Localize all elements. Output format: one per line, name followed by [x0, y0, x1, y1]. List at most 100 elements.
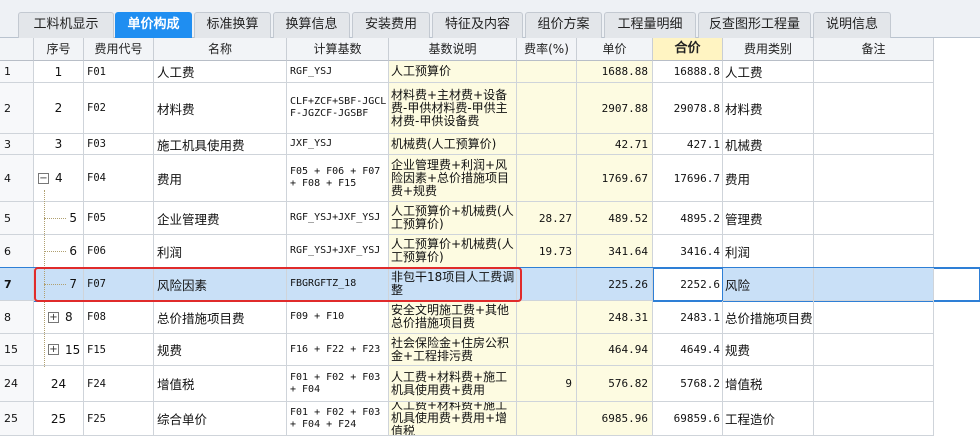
table-row[interactable]: 5 5 F05 企业管理费 RGF_YSJ+JXF_YSJ 人工预算价+机械费(… [0, 202, 980, 235]
row-total[interactable]: 16888.8 [653, 61, 723, 83]
row-name[interactable]: 风险因素 [154, 268, 287, 301]
header-name[interactable]: 名称 [154, 38, 287, 61]
row-rate[interactable] [517, 83, 577, 134]
row-base[interactable]: F05 + F06 + F07 + F08 + F15 [287, 155, 389, 202]
table-row[interactable]: 25 25 F25 综合单价 F01 + F02 + F03 + F04 + F… [0, 402, 980, 436]
row-desc[interactable]: 安全文明施工费+其他总价措施项目费 [389, 301, 517, 334]
row-unit-price[interactable]: 341.64 [577, 235, 653, 268]
row-desc[interactable]: 人工预算价+机械费(人工预算价) [389, 202, 517, 235]
row-index[interactable]: 4 [0, 155, 34, 202]
row-index[interactable]: 8 [0, 301, 34, 334]
row-type[interactable]: 规费 [723, 334, 814, 366]
tab-description[interactable]: 说明信息 [813, 12, 891, 38]
row-index[interactable]: 15 [0, 334, 34, 366]
row-type[interactable]: 总价措施项目费 [723, 301, 814, 334]
row-note[interactable] [814, 366, 934, 402]
row-type[interactable]: 增值税 [723, 366, 814, 402]
row-rate[interactable] [517, 61, 577, 83]
header-unit-price[interactable]: 单价 [577, 38, 653, 61]
tab-reverse-lookup[interactable]: 反查图形工程量 [698, 12, 811, 38]
row-note[interactable] [814, 402, 934, 436]
row-rate[interactable]: 19.73 [517, 235, 577, 268]
row-desc[interactable]: 非包干18项目人工费调整 [389, 268, 517, 301]
row-unit-price[interactable]: 42.71 [577, 134, 653, 155]
row-total[interactable]: 5768.2 [653, 366, 723, 402]
row-note[interactable] [814, 334, 934, 366]
expand-icon[interactable]: + [48, 344, 59, 355]
row-type[interactable]: 工程造价 [723, 402, 814, 436]
header-total[interactable]: 合价 [653, 38, 723, 61]
row-total[interactable]: 17696.7 [653, 155, 723, 202]
row-total[interactable]: 2483.1 [653, 301, 723, 334]
row-type[interactable]: 费用 [723, 155, 814, 202]
row-rate[interactable]: 28.27 [517, 202, 577, 235]
row-rate[interactable] [517, 402, 577, 436]
row-unit-price[interactable]: 248.31 [577, 301, 653, 334]
row-desc[interactable]: 材料费+主材费+设备费-甲供材料费-甲供主材费-甲供设备费 [389, 83, 517, 134]
row-base[interactable]: RGF_YSJ+JXF_YSJ [287, 235, 389, 268]
row-rate[interactable] [517, 334, 577, 366]
row-rate[interactable] [517, 134, 577, 155]
row-desc[interactable]: 机械费(人工预算价) [389, 134, 517, 155]
row-type[interactable]: 材料费 [723, 83, 814, 134]
row-unit-price[interactable]: 2907.88 [577, 83, 653, 134]
row-name[interactable]: 综合单价 [154, 402, 287, 436]
row-code[interactable]: F15 [84, 334, 154, 366]
row-name[interactable]: 人工费 [154, 61, 287, 83]
row-total[interactable]: 4649.4 [653, 334, 723, 366]
row-index[interactable]: 25 [0, 402, 34, 436]
row-name[interactable]: 费用 [154, 155, 287, 202]
row-desc[interactable]: 人工费+材料费+施工机具使用费+费用 [389, 366, 517, 402]
row-code[interactable]: F25 [84, 402, 154, 436]
row-name[interactable]: 增值税 [154, 366, 287, 402]
tab-quantity-detail[interactable]: 工程量明细 [604, 12, 696, 38]
row-rate[interactable] [517, 155, 577, 202]
row-name[interactable]: 企业管理费 [154, 202, 287, 235]
row-total[interactable]: 4895.2 [653, 202, 723, 235]
row-total[interactable]: 3416.4 [653, 235, 723, 268]
row-note[interactable] [814, 155, 934, 202]
row-code[interactable]: F05 [84, 202, 154, 235]
row-name[interactable]: 利润 [154, 235, 287, 268]
expand-icon[interactable]: + [48, 311, 59, 323]
row-rate[interactable] [517, 268, 577, 301]
row-code[interactable]: F07 [84, 268, 154, 301]
row-code[interactable]: F24 [84, 366, 154, 402]
row-unit-price[interactable]: 464.94 [577, 334, 653, 366]
tab-pricing-scheme[interactable]: 组价方案 [525, 12, 602, 38]
row-base[interactable]: F16 + F22 + F23 [287, 334, 389, 366]
row-name[interactable]: 总价措施项目费 [154, 301, 287, 334]
row-name[interactable]: 规费 [154, 334, 287, 366]
row-name[interactable]: 材料费 [154, 83, 287, 134]
row-note[interactable] [814, 268, 934, 301]
table-row[interactable]: 24 24 F24 增值税 F01 + F02 + F03 + F04 人工费+… [0, 366, 980, 402]
row-base[interactable]: FBGRGFTZ_18 [287, 268, 389, 301]
row-seq-cell[interactable]: + 15 [34, 334, 84, 366]
row-note[interactable] [814, 83, 934, 134]
row-code[interactable]: F01 [84, 61, 154, 83]
table-row-selected[interactable]: 7 7 F07 风险因素 FBGRGFTZ_18 非包干18项目人工费调整 22… [0, 267, 980, 302]
table-row[interactable]: 4 − 4 F04 费用 F05 + F06 + F07 + F08 + F15… [0, 155, 980, 202]
row-desc[interactable]: 人工预算价+机械费(人工预算价) [389, 235, 517, 268]
row-unit-price[interactable]: 576.82 [577, 366, 653, 402]
header-code[interactable]: 费用代号 [84, 38, 154, 61]
tab-standard-conversion[interactable]: 标准换算 [194, 12, 271, 38]
row-base[interactable]: F09 + F10 [287, 301, 389, 334]
row-code[interactable]: F03 [84, 134, 154, 155]
row-type[interactable]: 管理费 [723, 202, 814, 235]
row-unit-price[interactable]: 225.26 [577, 268, 653, 301]
row-index[interactable]: 1 [0, 61, 34, 83]
row-index[interactable]: 2 [0, 83, 34, 134]
row-total[interactable]: 2252.6 [653, 268, 723, 301]
row-note[interactable] [814, 301, 934, 334]
row-total[interactable]: 29078.8 [653, 83, 723, 134]
tab-material-display[interactable]: 工料机显示 [18, 12, 114, 38]
header-note[interactable]: 备注 [814, 38, 934, 61]
table-row[interactable]: 1 1 F01 人工费 RGF_YSJ 人工预算价 1688.88 16888.… [0, 61, 980, 83]
row-seq-cell[interactable]: − 4 [34, 155, 84, 202]
row-code[interactable]: F02 [84, 83, 154, 134]
row-type[interactable]: 风险 [723, 268, 814, 301]
row-unit-price[interactable]: 489.52 [577, 202, 653, 235]
row-desc[interactable]: 社会保险金+住房公积金+工程排污费 [389, 334, 517, 366]
row-note[interactable] [814, 134, 934, 155]
